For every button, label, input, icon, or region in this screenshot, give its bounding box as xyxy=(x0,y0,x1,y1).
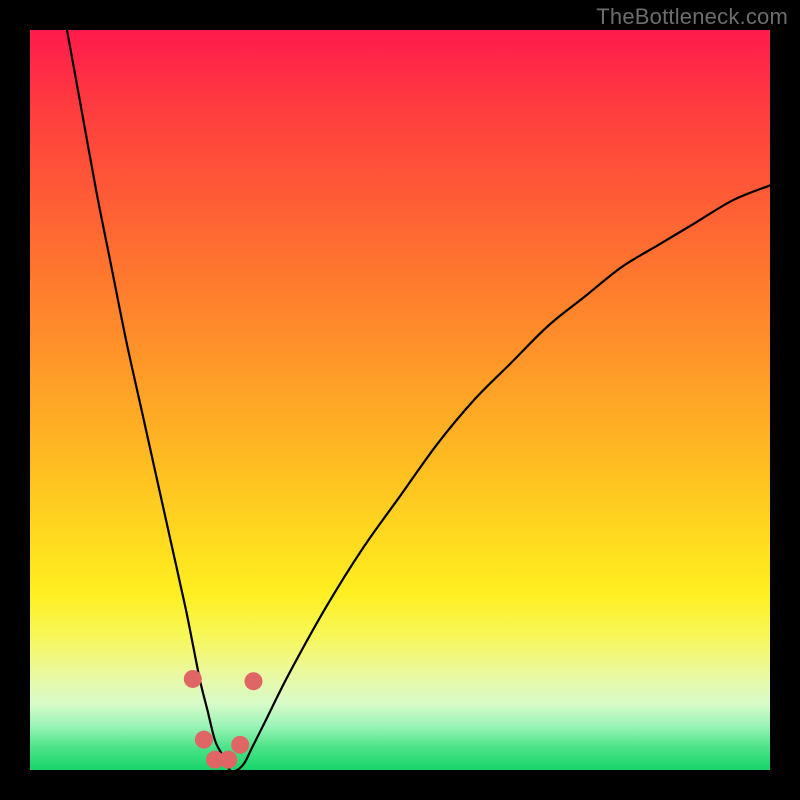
curve-marker xyxy=(195,731,213,749)
chart-frame: TheBottleneck.com xyxy=(0,0,800,800)
chart-plot-area xyxy=(30,30,770,770)
curve-marker xyxy=(244,672,262,690)
curve-marker xyxy=(231,736,249,754)
curve-markers xyxy=(184,670,263,769)
bottleneck-curve-svg xyxy=(30,30,770,770)
watermark-text: TheBottleneck.com xyxy=(596,4,788,30)
bottleneck-curve-path xyxy=(67,30,770,770)
curve-marker xyxy=(219,751,237,769)
curve-marker xyxy=(184,670,202,688)
